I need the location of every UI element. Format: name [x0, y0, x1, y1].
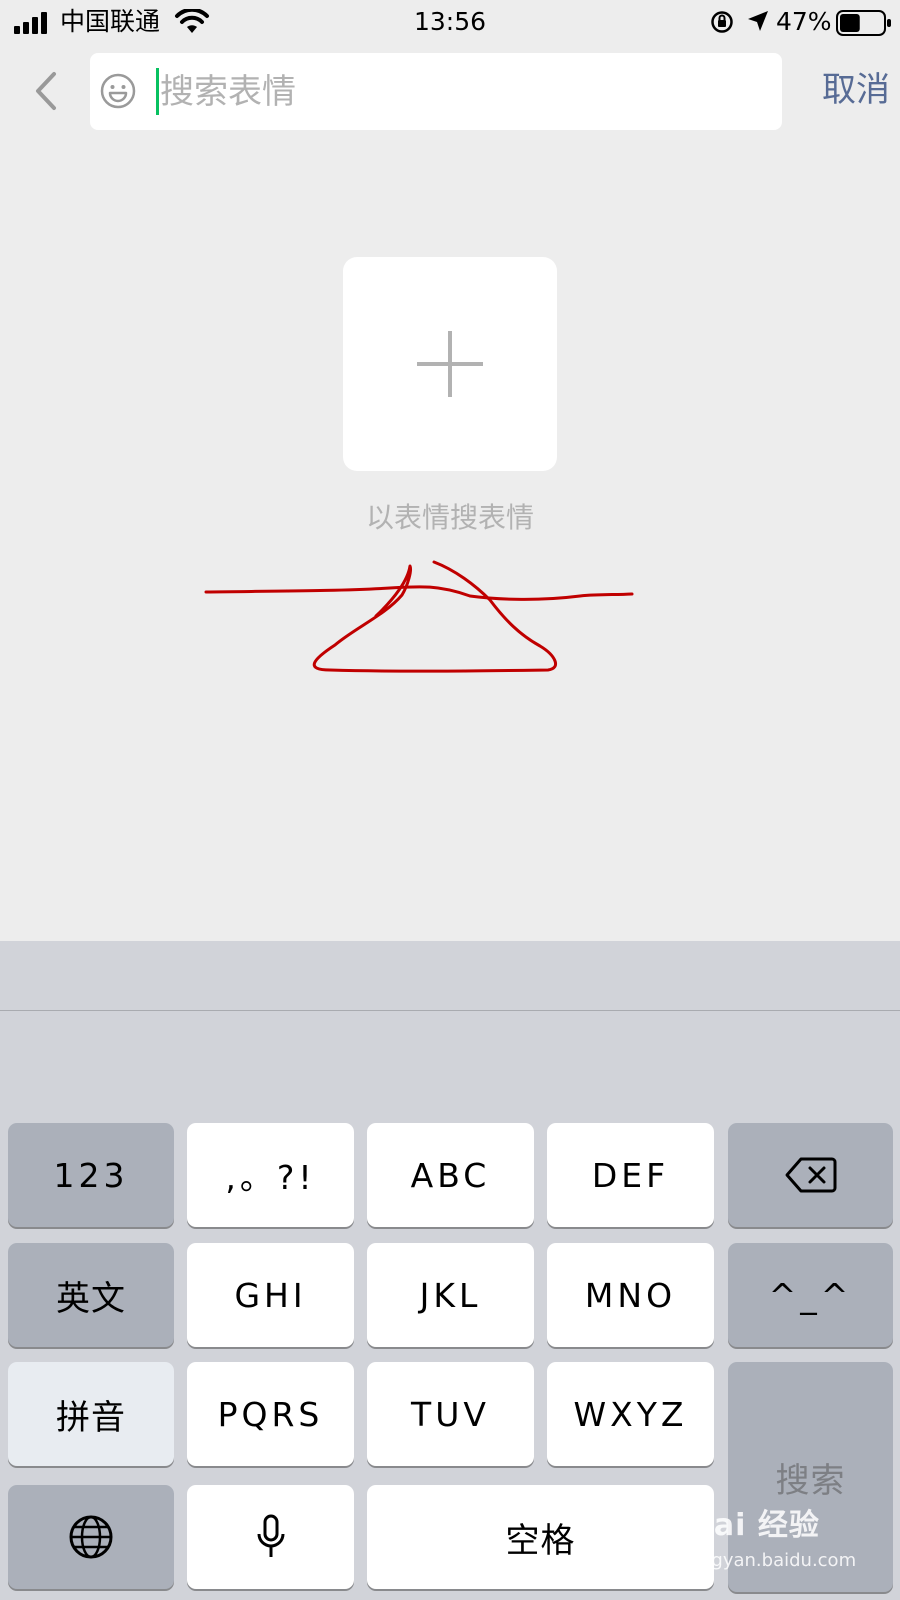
- red-annotation-mark: [204, 560, 634, 673]
- key-wxyz[interactable]: WXYZ: [547, 1362, 714, 1466]
- key-ghi[interactable]: GHI: [187, 1243, 354, 1347]
- rotation-lock-icon: [711, 11, 733, 33]
- chevron-left-icon: [36, 72, 56, 110]
- cancel-button[interactable]: 取消: [800, 64, 890, 116]
- key-mno[interactable]: MNO: [547, 1243, 714, 1347]
- key-punctuation[interactable]: ,。?!: [187, 1123, 354, 1227]
- keyboard: 123 ,。?! ABC DEF 英文 GHI JKL MNO ^_^ 拼音 P…: [0, 1011, 900, 1600]
- battery-icon: [836, 10, 891, 36]
- key-def[interactable]: DEF: [547, 1123, 714, 1227]
- key-pinyin[interactable]: 拼音: [8, 1362, 174, 1466]
- key-english[interactable]: 英文: [8, 1243, 174, 1347]
- add-emoji-caption: 以表情搜表情: [365, 501, 534, 534]
- location-icon: [748, 11, 768, 31]
- search-key[interactable]: 搜索: [728, 1362, 893, 1592]
- status-bar: 中国联通 13:56 47%: [0, 0, 900, 44]
- backspace-icon: [785, 1157, 836, 1193]
- key-123[interactable]: 123: [8, 1123, 174, 1227]
- key-abc[interactable]: ABC: [367, 1123, 534, 1227]
- keyboard-toolbar: [0, 941, 900, 1011]
- key-pqrs[interactable]: PQRS: [187, 1362, 354, 1466]
- delete-key[interactable]: [728, 1123, 893, 1227]
- smiley-icon[interactable]: [100, 73, 136, 109]
- text-caret: [156, 68, 159, 115]
- plus-icon: [417, 331, 483, 397]
- globe-icon: [69, 1515, 113, 1559]
- back-button[interactable]: [26, 68, 66, 114]
- add-emoji-button[interactable]: [343, 257, 557, 471]
- space-key[interactable]: 空格: [367, 1485, 714, 1589]
- search-box[interactable]: [90, 53, 782, 130]
- key-emoticon[interactable]: ^_^: [728, 1243, 893, 1347]
- key-jkl[interactable]: JKL: [367, 1243, 534, 1347]
- microphone-key[interactable]: [187, 1485, 354, 1589]
- microphone-icon: [257, 1514, 284, 1557]
- globe-key[interactable]: [8, 1485, 174, 1589]
- battery-percent: 47%: [776, 7, 832, 36]
- key-tuv[interactable]: TUV: [367, 1362, 534, 1466]
- search-input[interactable]: [160, 53, 760, 130]
